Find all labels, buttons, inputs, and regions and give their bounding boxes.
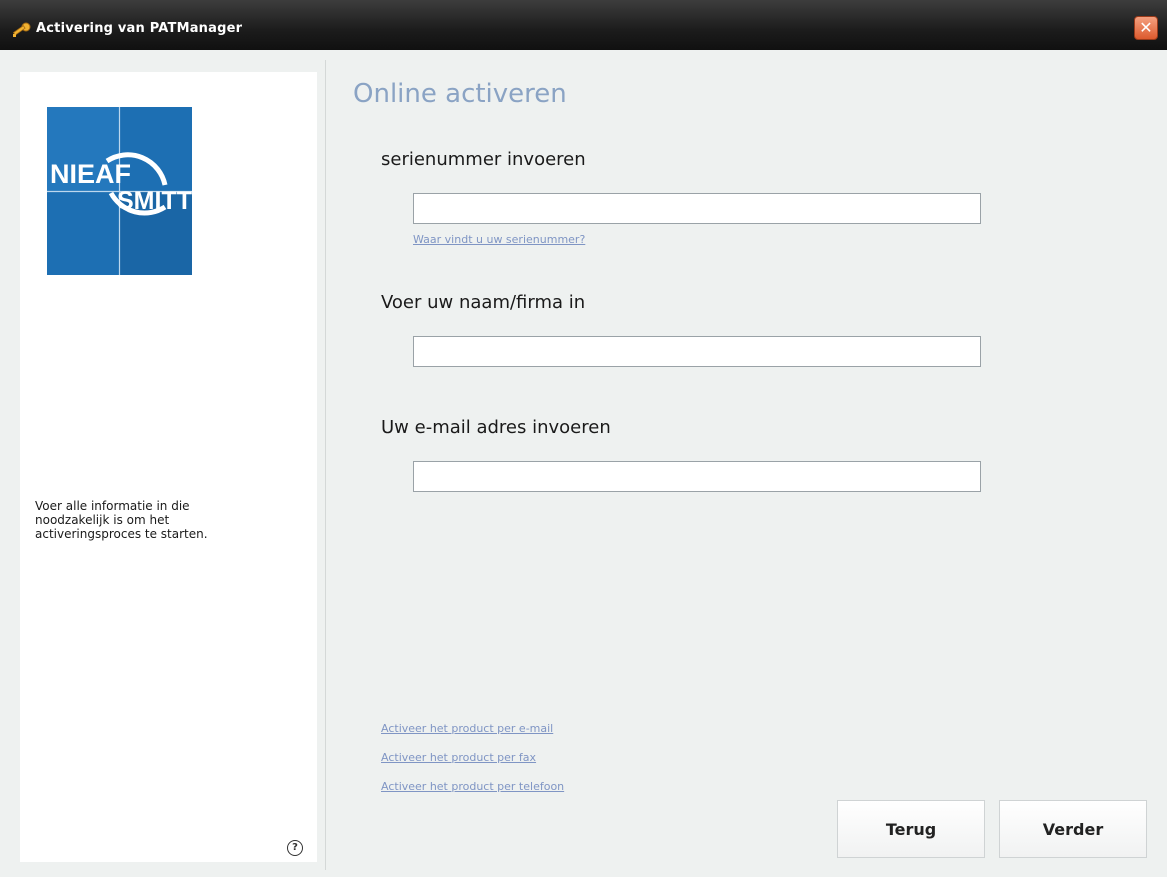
- help-icon[interactable]: ?: [287, 840, 303, 856]
- next-button[interactable]: Verder: [999, 800, 1147, 858]
- title-bar[interactable]: Activering van PATManager ✕: [0, 0, 1167, 50]
- divider: [325, 60, 326, 870]
- serial-label: serienummer invoeren: [381, 149, 586, 170]
- activate-fax-link[interactable]: Activeer het product per fax: [381, 751, 536, 764]
- activation-window: Activering van PATManager ✕ NIEAF SMITT …: [0, 0, 1167, 877]
- close-icon: ✕: [1139, 18, 1153, 37]
- nieaf-smitt-logo: NIEAF SMITT: [47, 107, 192, 275]
- sidebar: NIEAF SMITT Voer alle informatie in die …: [20, 72, 317, 862]
- back-button[interactable]: Terug: [837, 800, 985, 858]
- name-input[interactable]: [413, 336, 981, 367]
- email-input[interactable]: [413, 461, 981, 492]
- page-title: Online activeren: [353, 79, 567, 109]
- sidebar-info-text: Voer alle informatie in die noodzakelijk…: [35, 499, 208, 541]
- activate-phone-link[interactable]: Activeer het product per telefoon: [381, 780, 564, 793]
- svg-text:NIEAF: NIEAF: [50, 159, 131, 189]
- svg-text:SMITT: SMITT: [117, 187, 192, 215]
- key-icon: [12, 22, 31, 37]
- window-title: Activering van PATManager: [36, 21, 243, 36]
- activate-email-link[interactable]: Activeer het product per e-mail: [381, 722, 553, 735]
- serial-help-link[interactable]: Waar vindt u uw serienummer?: [413, 233, 585, 246]
- close-button[interactable]: ✕: [1134, 16, 1158, 40]
- serial-input[interactable]: [413, 193, 981, 224]
- name-label: Voer uw naam/firma in: [381, 292, 586, 313]
- email-label: Uw e-mail adres invoeren: [381, 417, 611, 438]
